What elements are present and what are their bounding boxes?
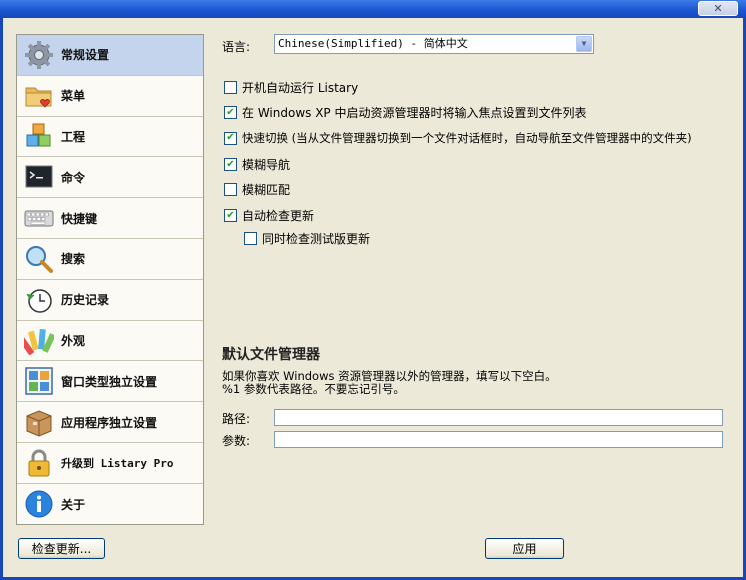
sidebar-item-label: 菜单 — [61, 89, 86, 104]
sidebar-item-menu[interactable]: 菜单 — [17, 76, 203, 117]
option-autostart[interactable]: 开机自动运行 Listary — [224, 79, 358, 96]
sidebar-item-label: 外观 — [61, 333, 86, 348]
check-updates-button[interactable]: 检查更新... — [18, 538, 105, 559]
focus-filelist-checkbox[interactable]: ✔ — [224, 106, 237, 119]
default-fm-desc-2: %1 参数代表路径。不要忘记引号。 — [222, 382, 405, 396]
cubes-icon — [23, 120, 55, 152]
info-icon — [23, 488, 55, 520]
sidebar-item-label: 搜索 — [61, 252, 86, 267]
chevron-down-icon[interactable]: ▼ — [576, 36, 592, 52]
history-clock-icon — [23, 284, 55, 316]
sidebar-item-command[interactable]: 命令 — [17, 157, 203, 199]
option-beta-update[interactable]: 同时检查测试版更新 — [244, 230, 370, 247]
sidebar-item-appearance[interactable]: 外观 — [17, 321, 203, 362]
autostart-checkbox[interactable] — [224, 81, 237, 94]
sidebar-item-label: 快捷键 — [61, 211, 98, 226]
sidebar-item-search[interactable]: 搜索 — [17, 239, 203, 280]
option-focus-filelist[interactable]: ✔ 在 Windows XP 中启动资源管理器时将输入焦点设置到文件列表 — [224, 104, 586, 121]
sidebar-item-general[interactable]: 常规设置 — [17, 35, 203, 76]
magnifier-icon — [23, 243, 55, 275]
path-label: 路径: — [222, 412, 251, 426]
sidebar-item-about[interactable]: 关于 — [17, 484, 203, 525]
sidebar-item-label: 升级到 Listary Pro — [61, 456, 174, 470]
package-box-icon — [23, 406, 55, 438]
sidebar-item-hotkeys[interactable]: 快捷键 — [17, 198, 203, 239]
gear-icon — [23, 39, 55, 71]
sidebar-item-label: 工程 — [61, 129, 86, 144]
sidebar-item-label: 常规设置 — [61, 48, 110, 63]
palette-icon — [23, 324, 55, 356]
option-label: 模糊匹配 — [242, 183, 291, 197]
option-label: 开机自动运行 Listary — [242, 81, 359, 95]
fuzzy-nav-checkbox[interactable]: ✔ — [224, 158, 237, 171]
sidebar-item-label: 应用程序独立设置 — [61, 415, 158, 430]
window-grid-icon — [23, 365, 55, 397]
option-auto-update[interactable]: ✔ 自动检查更新 — [224, 207, 314, 224]
args-input[interactable] — [274, 431, 723, 448]
sidebar-item-app-settings[interactable]: 应用程序独立设置 — [17, 402, 203, 443]
sidebar-item-label: 历史记录 — [61, 293, 110, 308]
sidebar-item-label: 窗口类型独立设置 — [61, 374, 158, 389]
sidebar-item-history[interactable]: 历史记录 — [17, 280, 203, 321]
sidebar-item-label: 命令 — [61, 170, 86, 185]
option-quick-switch[interactable]: ✔ 快速切换 (当从文件管理器切换到一个文件对话框时，自动导航至文件管理器中的文… — [224, 130, 692, 146]
sidebar-item-window-types[interactable]: 窗口类型独立设置 — [17, 361, 203, 403]
args-label: 参数: — [222, 434, 251, 448]
default-fm-title: 默认文件管理器 — [222, 347, 320, 363]
language-value: Chinese(Simplified) - 简体中文 — [278, 37, 468, 50]
sidebar-item-project[interactable]: 工程 — [17, 117, 203, 158]
sidebar-item-upgrade-pro[interactable]: 升级到 Listary Pro — [17, 443, 203, 484]
fuzzy-match-checkbox[interactable] — [224, 183, 237, 196]
option-label: 自动检查更新 — [242, 209, 315, 223]
title-bar: ✕ — [0, 0, 746, 18]
language-select[interactable]: Chinese(Simplified) - 简体中文 ▼ — [274, 34, 594, 54]
option-label: 在 Windows XP 中启动资源管理器时将输入焦点设置到文件列表 — [242, 106, 587, 120]
apply-button[interactable]: 应用 — [485, 538, 564, 559]
close-icon: ✕ — [713, 2, 723, 15]
folder-heart-icon — [23, 80, 55, 112]
option-label: 同时检查测试版更新 — [262, 232, 371, 246]
option-fuzzy-match[interactable]: 模糊匹配 — [224, 181, 290, 198]
quick-switch-checkbox[interactable]: ✔ — [224, 131, 237, 145]
path-input[interactable] — [274, 409, 723, 426]
sidebar-item-label: 关于 — [61, 497, 86, 512]
auto-update-checkbox[interactable]: ✔ — [224, 209, 237, 222]
lock-icon — [23, 447, 55, 479]
sidebar: 常规设置 菜单 工程 命令 快捷键 搜索 历史记录 外观 窗口类型独立设置 应用… — [16, 34, 204, 525]
language-label: 语言: — [222, 40, 251, 54]
terminal-icon — [23, 161, 55, 193]
option-label: 模糊导航 — [242, 158, 291, 172]
close-button[interactable]: ✕ — [698, 1, 738, 16]
option-label: 快速切换 (当从文件管理器切换到一个文件对话框时，自动导航至文件管理器中的文件夹… — [242, 131, 692, 145]
keyboard-icon — [23, 202, 55, 234]
option-fuzzy-nav[interactable]: ✔ 模糊导航 — [224, 156, 290, 173]
beta-update-checkbox[interactable] — [244, 232, 257, 245]
